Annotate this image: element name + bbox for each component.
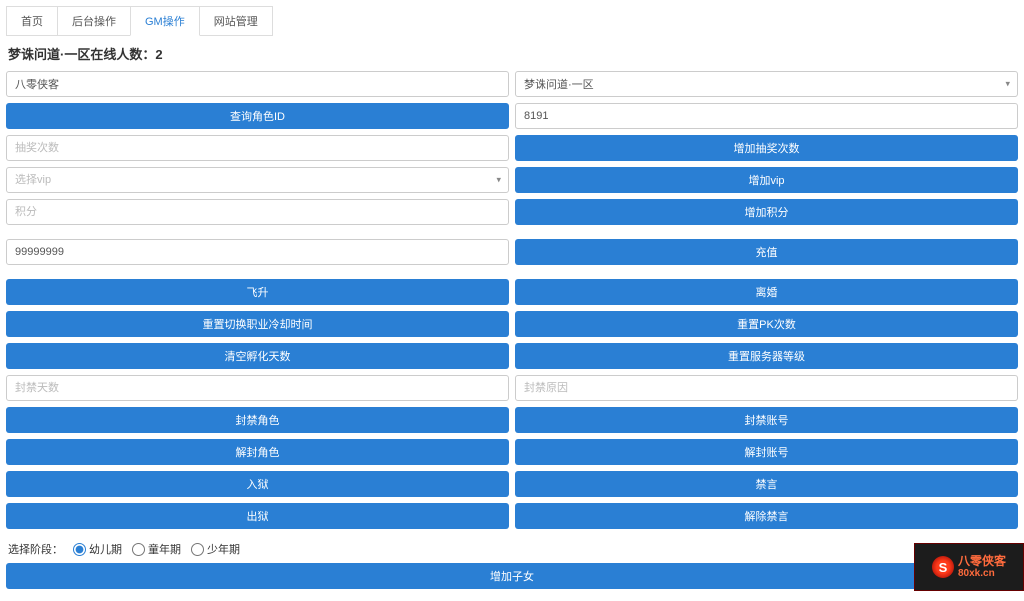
watermark-url: 80xk.cn: [958, 568, 1006, 579]
add-child-button[interactable]: 增加子女: [6, 563, 1018, 589]
role-id-input[interactable]: [515, 103, 1018, 129]
reset-pk-button[interactable]: 重置PK次数: [515, 311, 1018, 337]
unban-account-button[interactable]: 解封账号: [515, 439, 1018, 465]
query-role-button[interactable]: 查询角色ID: [6, 103, 509, 129]
unban-role-button[interactable]: 解封角色: [6, 439, 509, 465]
add-vip-button[interactable]: 增加vip: [515, 167, 1018, 193]
points-input[interactable]: [6, 199, 509, 225]
watermark-logo-icon: S: [932, 556, 954, 578]
mute-button[interactable]: 禁言: [515, 471, 1018, 497]
ban-role-button[interactable]: 封禁角色: [6, 407, 509, 433]
recharge-input[interactable]: [6, 239, 509, 265]
page-title: 梦诛问道·一区在线人数：2: [8, 44, 1018, 63]
stage-child-radio[interactable]: 童年期: [132, 541, 181, 557]
stage-radio-group: 选择阶段： 幼儿期 童年期 少年期: [6, 535, 1018, 563]
ban-account-button[interactable]: 封禁账号: [515, 407, 1018, 433]
stage-youth-radio[interactable]: 少年期: [191, 541, 240, 557]
tab-gm[interactable]: GM操作: [130, 6, 200, 36]
vip-select[interactable]: [6, 167, 509, 193]
recharge-button[interactable]: 充值: [515, 239, 1018, 265]
watermark-brand: 八零侠客: [958, 555, 1006, 568]
draw-count-input[interactable]: [6, 135, 509, 161]
watermark: S 八零侠客 80xk.cn: [914, 543, 1024, 591]
clear-incubation-button[interactable]: 清空孵化天数: [6, 343, 509, 369]
ascend-button[interactable]: 飞升: [6, 279, 509, 305]
add-points-button[interactable]: 增加积分: [515, 199, 1018, 225]
reset-job-cd-button[interactable]: 重置切换职业冷却时间: [6, 311, 509, 337]
server-select[interactable]: [515, 71, 1018, 97]
stage-infant-radio[interactable]: 幼儿期: [73, 541, 122, 557]
ban-days-input[interactable]: [6, 375, 509, 401]
add-draw-button[interactable]: 增加抽奖次数: [515, 135, 1018, 161]
unmute-button[interactable]: 解除禁言: [515, 503, 1018, 529]
stage-label: 选择阶段：: [8, 541, 63, 557]
tab-home[interactable]: 首页: [6, 6, 58, 36]
tab-site[interactable]: 网站管理: [199, 6, 273, 36]
divorce-button[interactable]: 离婚: [515, 279, 1018, 305]
tab-bar: 首页 后台操作 GM操作 网站管理: [6, 6, 1018, 36]
reset-server-level-button[interactable]: 重置服务器等级: [515, 343, 1018, 369]
ban-reason-input[interactable]: [515, 375, 1018, 401]
player-input[interactable]: [6, 71, 509, 97]
unjail-button[interactable]: 出狱: [6, 503, 509, 529]
tab-backend[interactable]: 后台操作: [57, 6, 131, 36]
jail-button[interactable]: 入狱: [6, 471, 509, 497]
